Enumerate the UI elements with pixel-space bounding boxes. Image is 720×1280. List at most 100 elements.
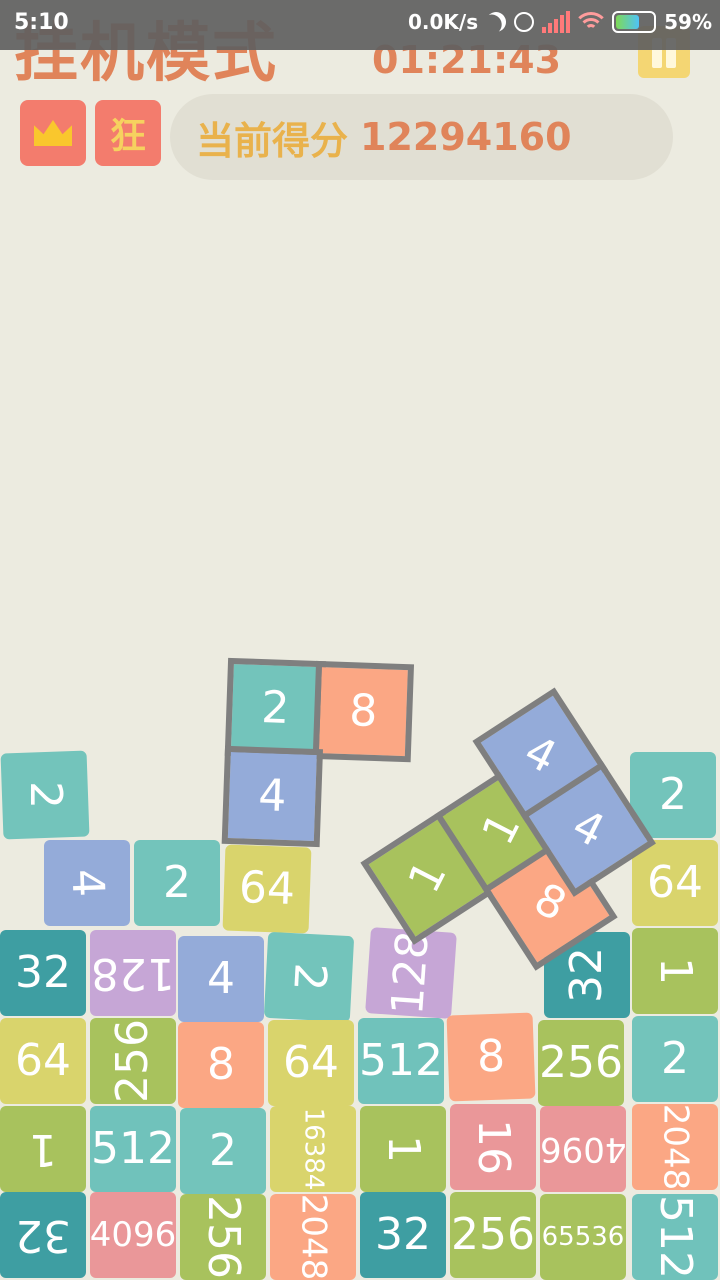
board-tile: 4096 [90, 1192, 176, 1278]
tile-value: 256 [451, 1209, 535, 1260]
crazy-mode-badge[interactable]: 狂 [95, 100, 161, 166]
crown-icon [34, 120, 72, 146]
tile-value: 8 [348, 685, 379, 738]
board-tile: 2048 [270, 1194, 356, 1280]
score-panel: 当前得分 12294160 [170, 94, 673, 180]
alarm-icon [514, 12, 535, 32]
board-tile: 8 [178, 1022, 264, 1108]
board-tile: 2 [263, 931, 355, 1023]
board-tile: 256 [538, 1020, 624, 1106]
board-tile: 256 [180, 1194, 266, 1280]
board-tile: 8 [446, 1012, 536, 1102]
tile-value: 64 [238, 862, 296, 915]
tile-value: 2 [283, 961, 336, 993]
piece-tile: 2 [224, 657, 327, 760]
tile-value: 65536 [541, 1222, 625, 1252]
board-tile: 4 [178, 936, 264, 1022]
board-tile: 4 [44, 840, 130, 926]
tile-value: 4 [257, 770, 288, 822]
tile-value: 8 [526, 873, 575, 932]
board-tile: 65536 [540, 1194, 626, 1280]
tile-value: 32 [15, 1210, 71, 1261]
tile-value: 256 [539, 1037, 623, 1088]
tile-value: 4096 [540, 1129, 626, 1169]
board-tile: 32 [360, 1192, 446, 1278]
tile-value: 32 [375, 1209, 431, 1260]
battery-percent: 59% [664, 10, 712, 34]
tile-value: 512 [359, 1035, 443, 1086]
tile-value: 1 [398, 852, 457, 901]
status-bar: 5:10 0.0K/s 59% [0, 0, 720, 50]
board-tile: 16 [450, 1104, 536, 1190]
board-tile: 64 [222, 844, 312, 934]
tile-value: 32 [15, 947, 71, 998]
tile-value: 4 [564, 799, 613, 858]
tile-value: 64 [283, 1037, 339, 1088]
tile-value: 16 [468, 1119, 519, 1175]
status-time: 5:10 [14, 10, 69, 35]
board-tile: 1 [0, 1106, 86, 1192]
tile-value: 2 [260, 682, 291, 735]
board-tile: 2 [0, 750, 90, 840]
tile-value: 2 [659, 769, 687, 820]
board-tile: 1 [360, 1106, 446, 1192]
board-tile: 16384 [270, 1106, 356, 1192]
moon-icon [482, 8, 509, 35]
piece-tile: 8 [312, 660, 415, 763]
tile-value: 1 [29, 1124, 57, 1175]
board-tile: 2 [630, 752, 716, 838]
board-tile: 128 [90, 930, 176, 1016]
tile-value: 2 [163, 857, 191, 908]
tile-value: 128 [382, 929, 439, 1017]
tile-value: 512 [649, 1195, 701, 1279]
tile-value: 1 [650, 957, 701, 985]
piece-tile: 4 [221, 745, 324, 848]
tile-value: 2 [209, 1125, 237, 1176]
status-icons: 0.0K/s 59% [408, 10, 712, 34]
board-tile: 32 [0, 930, 86, 1016]
tile-value: 8 [476, 1030, 506, 1083]
tile-value: 64 [647, 857, 703, 908]
board-tile: 512 [358, 1018, 444, 1104]
battery-icon [612, 11, 657, 33]
board-tile: 512 [90, 1106, 176, 1192]
board-tile: 64 [632, 840, 718, 926]
tile-value: 32 [561, 947, 612, 1003]
tile-value: 512 [91, 1123, 175, 1174]
board-tile: 2 [134, 840, 220, 926]
board-tile: 256 [450, 1192, 536, 1278]
board-tile: 2048 [632, 1104, 718, 1190]
board-tile: 512 [632, 1194, 718, 1280]
board-tile: 4096 [540, 1106, 626, 1192]
board-tile: 64 [0, 1018, 86, 1104]
board-tile: 256 [90, 1018, 176, 1104]
tile-value: 1 [472, 804, 531, 853]
tile-value: 4 [516, 725, 565, 784]
tile-value: 256 [106, 1019, 158, 1103]
tile-value: 4 [207, 953, 235, 1004]
tile-value: 128 [91, 948, 175, 999]
board-tile: 128 [365, 927, 457, 1019]
board-tile: 1 [632, 928, 718, 1014]
tile-value: 64 [15, 1035, 71, 1086]
net-speed: 0.0K/s [407, 10, 479, 34]
tile-value: 2 [20, 781, 71, 809]
board-tile: 2 [180, 1108, 266, 1194]
tile-value: 16384 [298, 1107, 328, 1191]
tile-value: 1 [378, 1135, 429, 1163]
score-label: 当前得分 [196, 118, 349, 163]
board-tile: 32 [0, 1192, 86, 1278]
tile-value: 2048 [655, 1104, 695, 1190]
tile-value: 256 [197, 1195, 249, 1279]
crown-button[interactable] [20, 100, 86, 166]
board-tile: 64 [268, 1020, 354, 1106]
tile-value: 4 [61, 868, 114, 898]
tile-value: 4096 [90, 1215, 176, 1255]
score-value: 12294160 [360, 115, 572, 159]
tile-value: 2048 [293, 1194, 333, 1280]
tile-value: 2 [661, 1033, 689, 1084]
wifi-icon [578, 12, 605, 32]
board-tile: 2 [632, 1016, 718, 1102]
signal-icon [542, 11, 571, 33]
tile-value: 8 [207, 1039, 235, 1090]
